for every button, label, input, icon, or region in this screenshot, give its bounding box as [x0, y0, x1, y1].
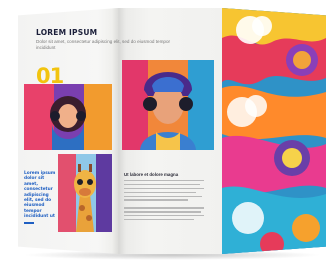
- blue-accent-rule: [24, 222, 34, 224]
- brochure-scene: LOREM IPSUM Dolor sit amet, consectetur …: [0, 0, 328, 266]
- middle-panel-body-text: [124, 180, 204, 223]
- photo-man-headphones: [122, 60, 214, 150]
- middle-panel-title: Ut labore et dolore magna: [124, 172, 179, 177]
- section-number: 01: [36, 64, 64, 88]
- photo-giraffe: [58, 154, 112, 232]
- brochure-heading: LOREM IPSUM: [36, 28, 98, 37]
- brochure-subheading: Dolor sit amet, consectetur adipiscing e…: [36, 39, 171, 50]
- photo-woman-headphones: [24, 84, 112, 150]
- swirl-art: [222, 8, 326, 254]
- brochure-cover-art: [222, 8, 326, 254]
- blue-intro-text: Lorem ipsum dolor sit amet, consectetur …: [24, 171, 56, 220]
